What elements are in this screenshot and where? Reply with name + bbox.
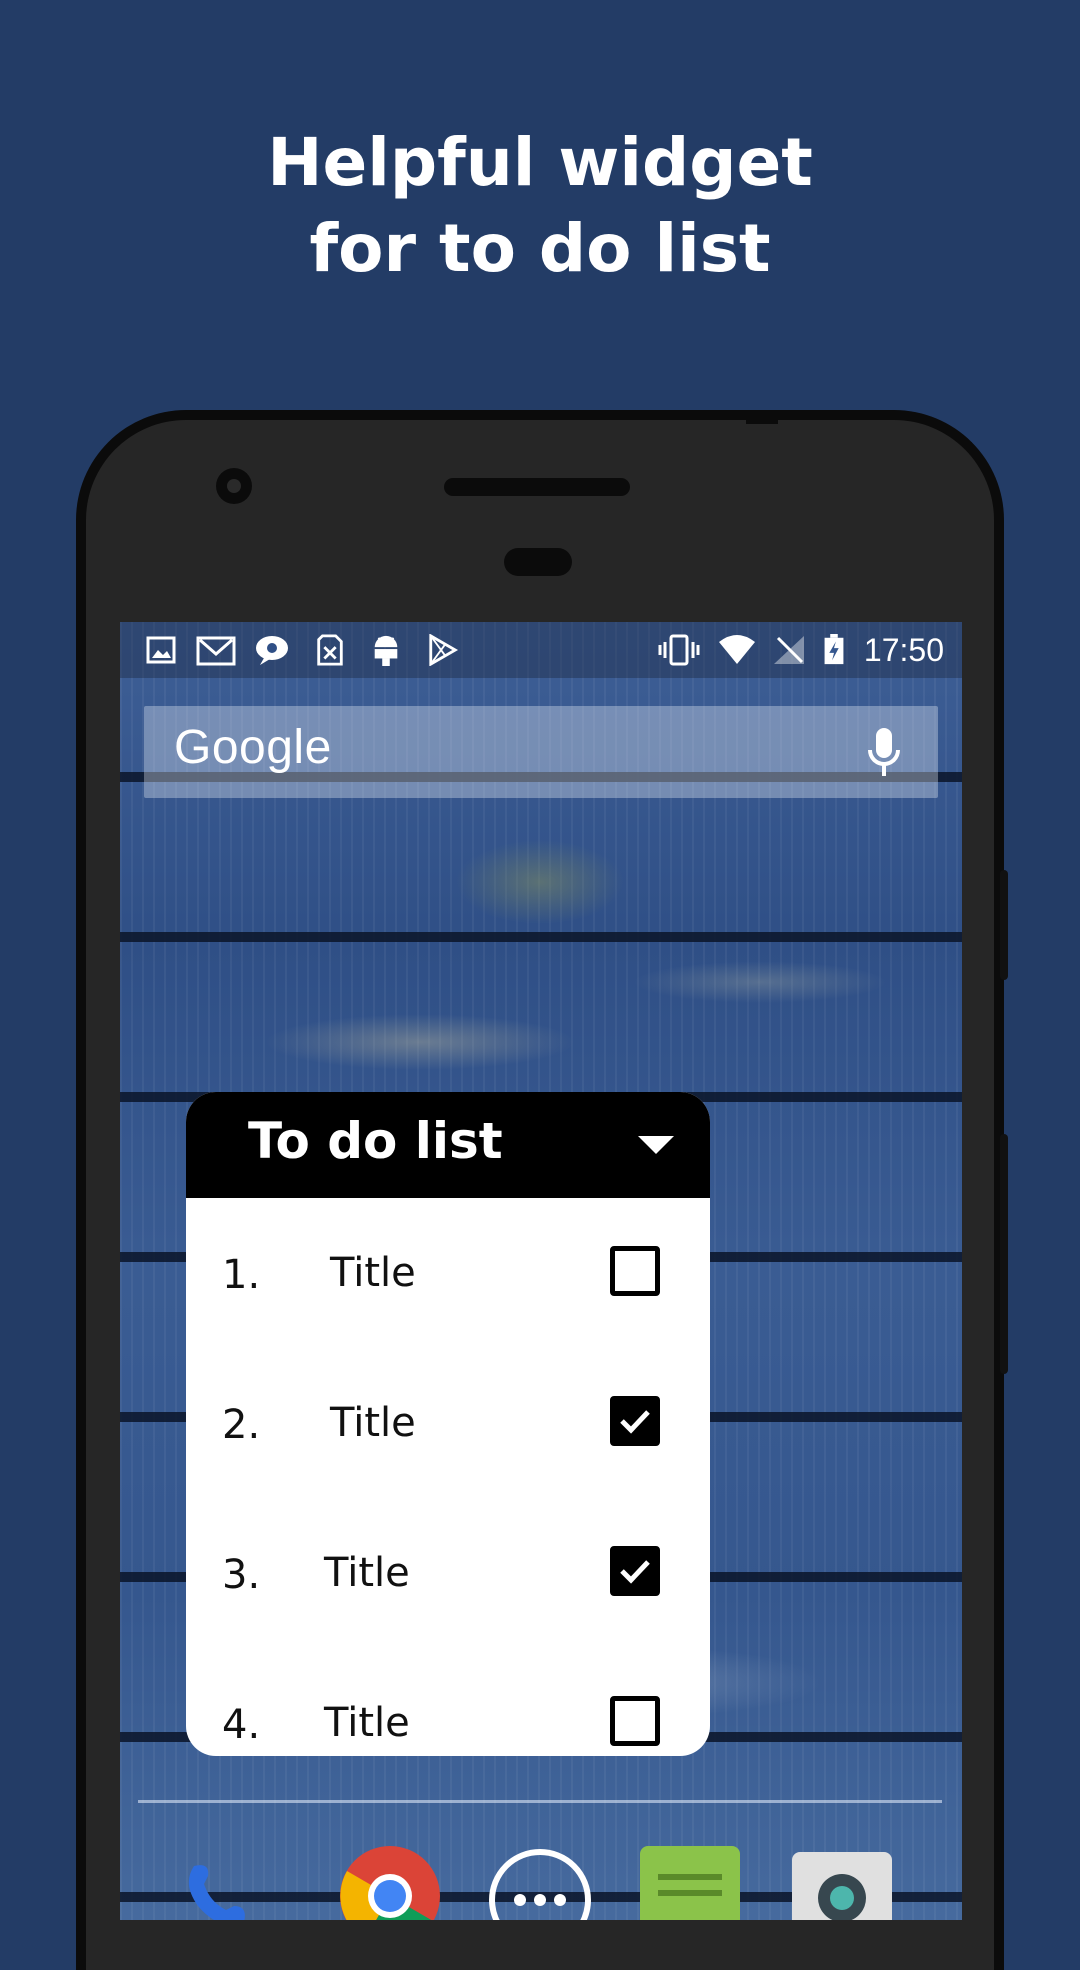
sim-icon [317, 634, 343, 666]
google-logo: Google [174, 721, 332, 774]
todo-item-number: 2. [222, 1402, 261, 1448]
app-drawer-icon[interactable] [488, 1848, 592, 1920]
status-bar: 17:50 [120, 622, 962, 678]
no-signal-icon [774, 636, 804, 664]
todo-checkbox[interactable] [610, 1396, 660, 1446]
image-icon [146, 636, 176, 664]
phone-side-button-upper [1000, 870, 1008, 980]
chrome-icon[interactable] [338, 1844, 442, 1920]
android-icon [374, 635, 398, 666]
phone-app-icon[interactable] [180, 1862, 250, 1920]
gmail-icon [196, 636, 236, 666]
play-store-icon [429, 634, 459, 666]
chat-icon [256, 636, 288, 665]
checkmark-icon [620, 1410, 650, 1434]
mic-icon[interactable] [866, 726, 902, 778]
dock-divider [138, 1800, 942, 1803]
caret-down-icon[interactable] [638, 1136, 674, 1154]
todo-checkbox[interactable] [610, 1696, 660, 1746]
todo-item-title: Title [330, 1400, 416, 1446]
todo-item-number: 4. [222, 1702, 261, 1748]
google-search-bar[interactable]: Google [144, 706, 938, 798]
camera-app-icon[interactable] [792, 1848, 892, 1920]
vibrate-icon [658, 634, 700, 666]
todo-item[interactable]: 4. Title [186, 1692, 710, 1752]
status-time: 17:50 [863, 632, 944, 668]
todo-item[interactable]: 2. Title [186, 1392, 710, 1452]
wifi-icon [719, 635, 755, 664]
notes-app-icon[interactable] [640, 1846, 740, 1920]
todo-item[interactable]: 3. Title [186, 1542, 710, 1602]
todo-item-title: Title [330, 1250, 416, 1296]
widget-title: To do list [248, 1112, 503, 1170]
headline-line-1: Helpful widget [267, 124, 813, 201]
phone-top-button [746, 410, 778, 424]
todo-item[interactable]: 1. Title [186, 1242, 710, 1302]
headline-line-2: for to do list [309, 210, 771, 287]
todo-item-title: Title [324, 1550, 410, 1596]
todo-widget: To do list 1. Title 2. Title 3. Title 4.… [186, 1092, 710, 1756]
battery-charging-icon [824, 634, 844, 665]
earpiece-speaker [444, 478, 630, 496]
front-camera [216, 468, 252, 504]
headline: Helpful widget for to do list [0, 120, 1080, 292]
proximity-sensor [504, 548, 572, 576]
todo-item-number: 3. [222, 1552, 261, 1598]
phone-side-button-lower [1000, 1134, 1008, 1374]
todo-checkbox[interactable] [610, 1246, 660, 1296]
todo-checkbox[interactable] [610, 1546, 660, 1596]
widget-header[interactable]: To do list [186, 1092, 710, 1198]
todo-item-number: 1. [222, 1252, 261, 1298]
todo-item-title: Title [324, 1700, 410, 1746]
checkmark-icon [620, 1560, 650, 1584]
